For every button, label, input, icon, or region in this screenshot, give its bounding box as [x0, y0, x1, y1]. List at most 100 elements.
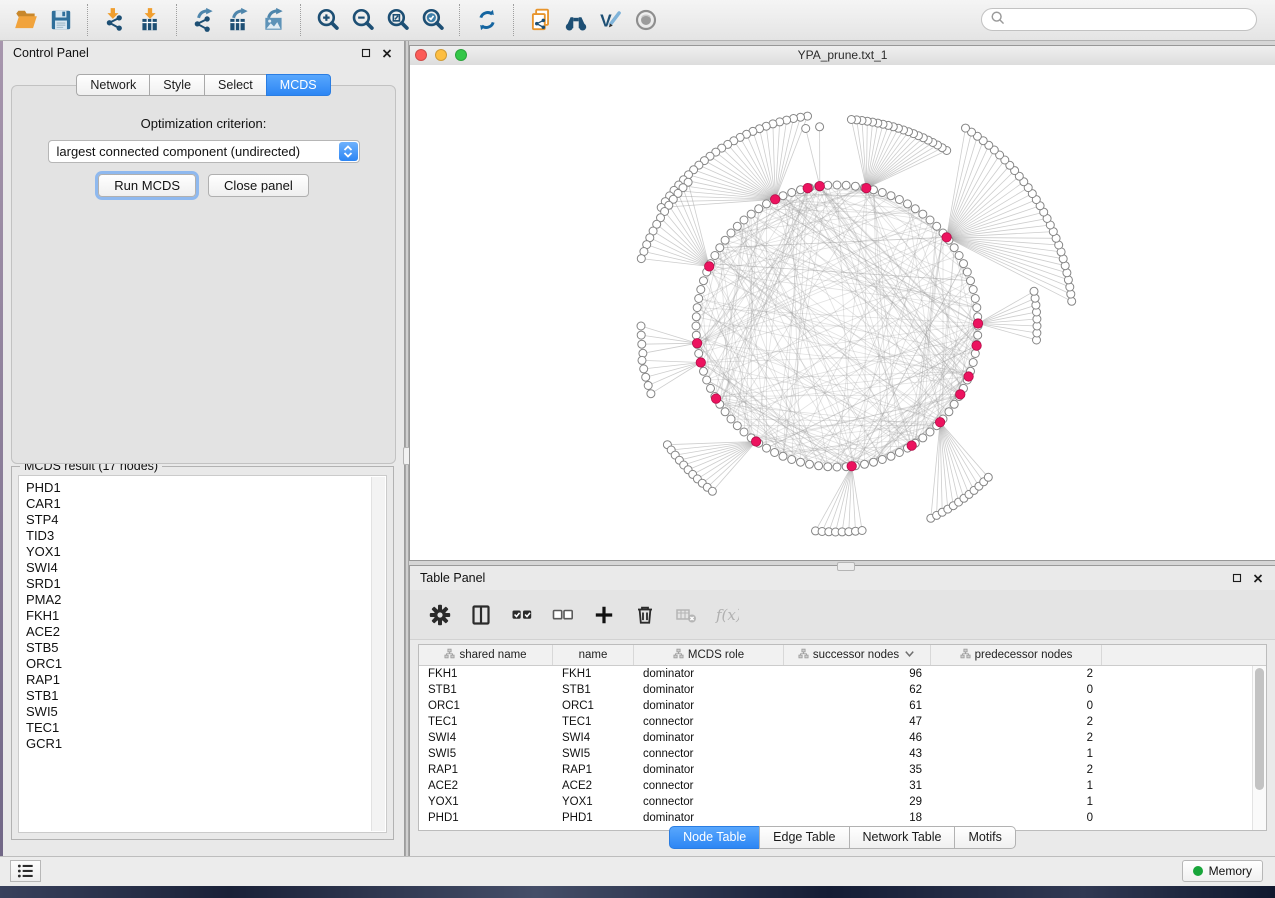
cell-successor-nodes[interactable]: 61: [784, 700, 931, 712]
cell-successor-nodes[interactable]: 35: [784, 764, 931, 776]
cell-MCDS-role[interactable]: dominator: [634, 812, 784, 824]
column-header-shared-name[interactable]: shared name: [419, 645, 553, 665]
task-history-button[interactable]: [10, 860, 41, 882]
mcds-result-item[interactable]: PHD1: [26, 480, 386, 496]
cell-MCDS-role[interactable]: connector: [634, 780, 784, 792]
table-scrollbar-thumb[interactable]: [1255, 668, 1264, 790]
cell-predecessor-nodes[interactable]: 2: [931, 732, 1102, 744]
tab-node-table[interactable]: Node Table: [669, 826, 759, 849]
cell-successor-nodes[interactable]: 47: [784, 716, 931, 728]
select-all-checkboxes-icon[interactable]: [509, 602, 535, 628]
mcds-result-item[interactable]: FKH1: [26, 608, 386, 624]
column-header-MCDS-role[interactable]: MCDS role: [634, 645, 784, 665]
table-row[interactable]: PHD1PHD1dominator180: [419, 810, 1266, 826]
mcds-result-item[interactable]: TID3: [26, 528, 386, 544]
search-input[interactable]: [981, 8, 1257, 31]
style-edit-icon[interactable]: V: [593, 5, 628, 35]
cell-MCDS-role[interactable]: connector: [634, 796, 784, 808]
toggle-columns-icon[interactable]: [468, 602, 494, 628]
cell-successor-nodes[interactable]: 96: [784, 668, 931, 680]
network-graph[interactable]: [410, 65, 1275, 560]
cell-name[interactable]: PHD1: [553, 812, 634, 824]
zoom-in-icon[interactable]: [310, 5, 345, 35]
cell-name[interactable]: STB1: [553, 684, 634, 696]
mcds-result-item[interactable]: TEC1: [26, 720, 386, 736]
run-mcds-button[interactable]: Run MCDS: [98, 174, 196, 197]
show-graphics-icon[interactable]: [628, 5, 663, 35]
table-row[interactable]: RAP1RAP1dominator352: [419, 762, 1266, 778]
column-header-name[interactable]: name: [553, 645, 634, 665]
table-row[interactable]: FKH1FKH1dominator962: [419, 666, 1266, 682]
mcds-result-item[interactable]: PMA2: [26, 592, 386, 608]
cell-MCDS-role[interactable]: dominator: [634, 700, 784, 712]
cell-shared-name[interactable]: SWI4: [419, 732, 553, 744]
column-header-successor-nodes[interactable]: successor nodes: [784, 645, 931, 665]
cell-shared-name[interactable]: SWI5: [419, 748, 553, 760]
close-panel-button[interactable]: Close panel: [208, 174, 309, 197]
mcds-result-item[interactable]: ACE2: [26, 624, 386, 640]
cell-shared-name[interactable]: ACE2: [419, 780, 553, 792]
cell-predecessor-nodes[interactable]: 0: [931, 700, 1102, 712]
cell-shared-name[interactable]: STB1: [419, 684, 553, 696]
cell-successor-nodes[interactable]: 29: [784, 796, 931, 808]
zoom-selected-icon[interactable]: [415, 5, 450, 35]
tab-edge-table[interactable]: Edge Table: [759, 826, 848, 849]
tab-motifs[interactable]: Motifs: [954, 826, 1015, 849]
delete-column-icon[interactable]: [632, 602, 658, 628]
network-search-icon[interactable]: [558, 5, 593, 35]
cell-predecessor-nodes[interactable]: 2: [931, 764, 1102, 776]
cell-name[interactable]: TEC1: [553, 716, 634, 728]
zoom-fit-icon[interactable]: [380, 5, 415, 35]
cell-MCDS-role[interactable]: connector: [634, 716, 784, 728]
cell-shared-name[interactable]: ORC1: [419, 700, 553, 712]
cell-predecessor-nodes[interactable]: 0: [931, 812, 1102, 824]
mcds-result-item[interactable]: SRD1: [26, 576, 386, 592]
open-file-icon[interactable]: [8, 5, 43, 35]
cell-MCDS-role[interactable]: dominator: [634, 764, 784, 776]
table-scrollbar[interactable]: [1252, 666, 1266, 830]
cell-predecessor-nodes[interactable]: 2: [931, 716, 1102, 728]
table-row[interactable]: SWI5SWI5connector431: [419, 746, 1266, 762]
cell-MCDS-role[interactable]: dominator: [634, 684, 784, 696]
mcds-list-scrollbar[interactable]: [371, 477, 385, 831]
cell-MCDS-role[interactable]: connector: [634, 748, 784, 760]
clone-network-icon[interactable]: [523, 5, 558, 35]
cell-name[interactable]: RAP1: [553, 764, 634, 776]
refresh-icon[interactable]: [469, 5, 504, 35]
cell-predecessor-nodes[interactable]: 1: [931, 748, 1102, 760]
mcds-result-item[interactable]: CAR1: [26, 496, 386, 512]
mcds-result-item[interactable]: STP4: [26, 512, 386, 528]
export-table-icon[interactable]: [221, 5, 256, 35]
memory-button[interactable]: Memory: [1182, 860, 1263, 882]
mcds-result-item[interactable]: RAP1: [26, 672, 386, 688]
table-row[interactable]: STB1STB1dominator620: [419, 682, 1266, 698]
criterion-dropdown[interactable]: largest connected component (undirected): [48, 140, 360, 163]
table-row[interactable]: ACE2ACE2connector311: [419, 778, 1266, 794]
mcds-result-item[interactable]: GCR1: [26, 736, 386, 752]
deselect-checkboxes-icon[interactable]: [550, 602, 576, 628]
float-panel-icon[interactable]: [359, 46, 373, 60]
export-network-icon[interactable]: [186, 5, 221, 35]
cell-shared-name[interactable]: TEC1: [419, 716, 553, 728]
cell-predecessor-nodes[interactable]: 1: [931, 780, 1102, 792]
add-column-icon[interactable]: [591, 602, 617, 628]
cell-shared-name[interactable]: RAP1: [419, 764, 553, 776]
cell-successor-nodes[interactable]: 62: [784, 684, 931, 696]
mcds-result-item[interactable]: YOX1: [26, 544, 386, 560]
table-row[interactable]: SWI4SWI4dominator462: [419, 730, 1266, 746]
mcds-result-item[interactable]: ORC1: [26, 656, 386, 672]
import-table-icon[interactable]: [132, 5, 167, 35]
mcds-result-list[interactable]: PHD1CAR1STP4TID3YOX1SWI4SRD1PMA2FKH1ACE2…: [18, 475, 387, 833]
cell-name[interactable]: SWI4: [553, 732, 634, 744]
column-header-predecessor-nodes[interactable]: predecessor nodes: [931, 645, 1102, 665]
cell-shared-name[interactable]: YOX1: [419, 796, 553, 808]
cell-predecessor-nodes[interactable]: 2: [931, 668, 1102, 680]
cell-MCDS-role[interactable]: dominator: [634, 668, 784, 680]
cell-MCDS-role[interactable]: dominator: [634, 732, 784, 744]
cell-shared-name[interactable]: FKH1: [419, 668, 553, 680]
mcds-result-item[interactable]: STB5: [26, 640, 386, 656]
cell-name[interactable]: YOX1: [553, 796, 634, 808]
float-table-panel-icon[interactable]: [1230, 571, 1244, 585]
cell-successor-nodes[interactable]: 46: [784, 732, 931, 744]
horizontal-splitter-grip[interactable]: [837, 562, 855, 571]
